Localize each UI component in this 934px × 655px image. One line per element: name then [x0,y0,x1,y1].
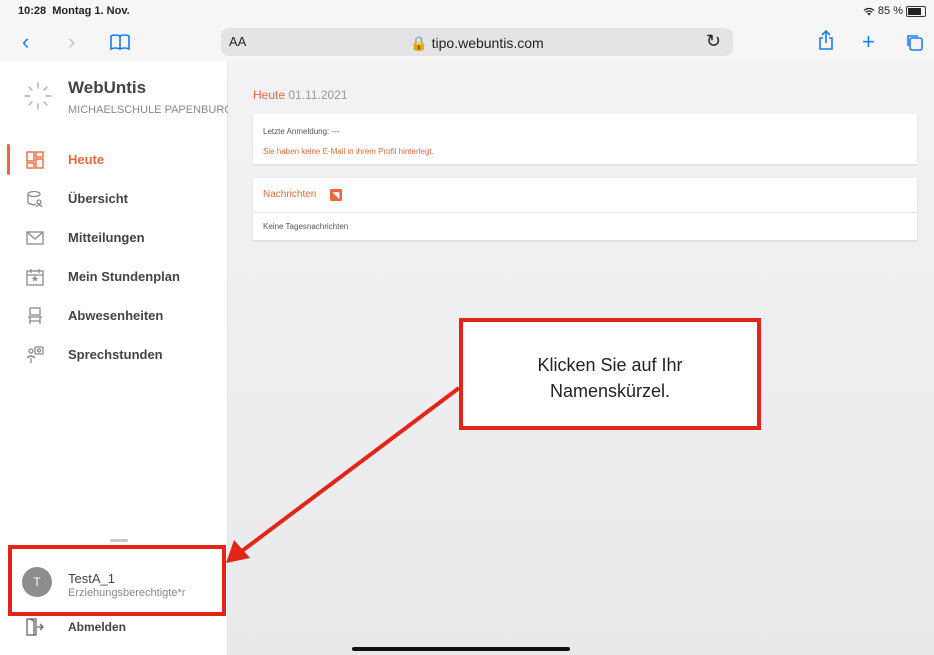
status-time: 10:28 Montag 1. Nov. [18,5,130,17]
drag-handle[interactable] [110,539,128,542]
sidebar-item-heute[interactable]: Heute [0,140,227,179]
page-title-text: Heute [253,88,286,102]
overview-icon [26,190,44,208]
home-indicator [352,647,570,651]
page-title: Heute 01.11.2021 [253,88,348,102]
mail-icon [26,229,44,247]
meeting-icon [26,345,44,364]
news-title: Nachrichten [263,189,317,200]
reload-icon[interactable]: ↻ [706,31,721,52]
browser-toolbar: ‹ › AA 🔒 tipo.webuntis.com ↻ + [0,22,934,62]
share-icon[interactable] [818,29,834,57]
sidebar-item-mitteilungen[interactable]: Mitteilungen [0,218,227,257]
annotation-callout: Klicken Sie auf Ihr Namenskürzel. [459,318,761,430]
battery-status: 85 % [863,5,926,17]
login-info-card: Letzte Anmeldung: --- Sie haben keine E-… [253,114,917,164]
logout-button[interactable]: Abmelden [0,615,227,639]
bookmarks-icon[interactable] [110,29,130,57]
back-icon[interactable]: ‹ [22,28,29,56]
sidebar-item-sprechstunden[interactable]: Sprechstunden [0,335,227,374]
sidebar-item-label: Heute [68,152,105,167]
new-tab-icon[interactable]: + [862,28,875,56]
page-date: 01.11.2021 [288,88,348,102]
news-header: Nachrichten ◥ [253,178,917,213]
battery-icon [906,5,926,17]
sidebar-nav: Heute Übersicht Mitteilungen Mein Stunde… [0,140,227,374]
logout-icon [26,618,44,636]
calendar-icon [26,268,44,286]
tabs-icon[interactable] [905,30,923,58]
webuntis-logo-icon [24,82,52,110]
sidebar-item-label: Mein Stundenplan [68,269,180,284]
user-highlight-frame [8,545,226,616]
sidebar-item-label: Sprechstunden [68,347,163,362]
annotation-text: Klicken Sie auf Ihr Namenskürzel. [537,355,683,401]
sidebar-item-label: Mitteilungen [68,230,145,245]
rss-icon[interactable]: ◥ [330,189,342,201]
sidebar-item-uebersicht[interactable]: Übersicht [0,179,227,218]
status-bar: 10:28 Montag 1. Nov. 85 % [0,0,934,22]
news-card: Nachrichten ◥ Keine Tagesnachrichten [253,178,917,240]
news-empty-text: Keine Tagesnachrichten [263,222,349,231]
sidebar-item-label: Übersicht [68,191,128,206]
sidebar-item-abwesenheiten[interactable]: Abwesenheiten [0,296,227,335]
email-warning-link[interactable]: Sie haben keine E-Mail in ihrem Profil h… [263,147,434,156]
address-bar[interactable]: AA 🔒 tipo.webuntis.com ↻ [221,28,733,56]
sidebar-item-label: Abwesenheiten [68,308,164,323]
dashboard-icon [26,150,44,169]
school-name: MICHAELSCHULE PAPENBURG [68,104,233,116]
chair-icon [26,306,44,325]
wifi-icon [863,7,875,15]
logout-label: Abmelden [68,620,127,634]
url-text: 🔒 tipo.webuntis.com [410,35,544,51]
battery-percent: 85 % [877,5,903,17]
forward-icon[interactable]: › [68,28,75,56]
last-login-text: Letzte Anmeldung: --- [263,127,340,136]
sidebar-item-stundenplan[interactable]: Mein Stundenplan [0,257,227,296]
app-name: WebUntis [68,78,147,97]
